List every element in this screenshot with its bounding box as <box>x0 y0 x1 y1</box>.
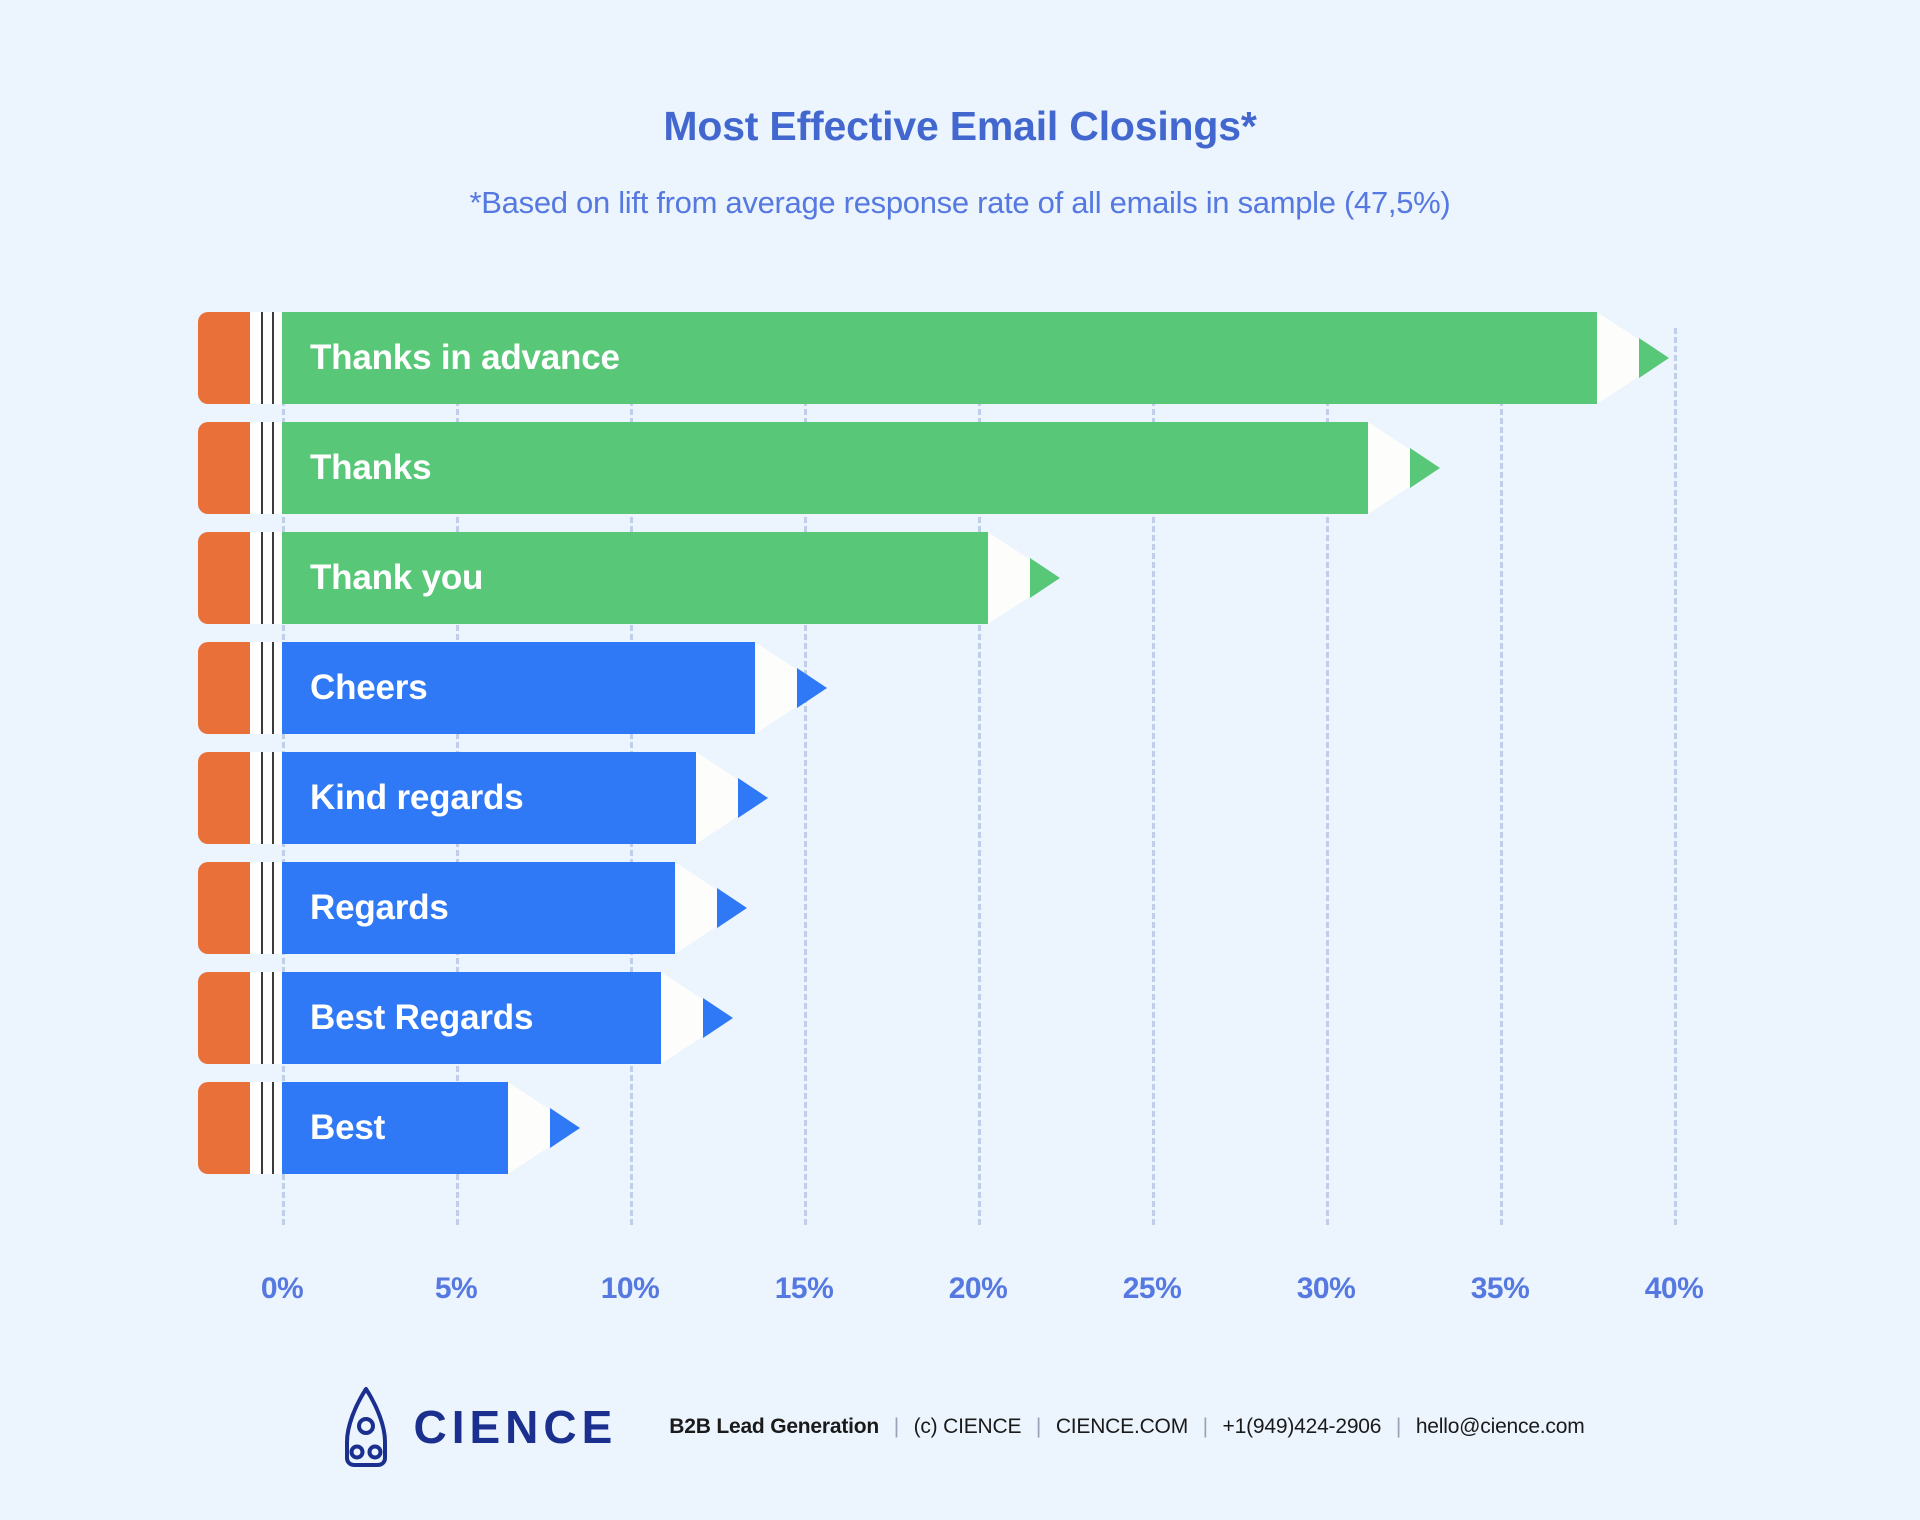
pencil-ferrule <box>250 972 282 1064</box>
pencil-ferrule <box>250 422 282 514</box>
bar-body: Thank you <box>282 532 988 624</box>
pencil-lead-tip <box>1410 448 1440 488</box>
pencil-eraser <box>198 972 250 1064</box>
pencil-eraser <box>198 862 250 954</box>
footer-separator-4: | <box>1395 1415 1402 1438</box>
pencil-eraser <box>198 752 250 844</box>
bar-body: Regards <box>282 862 675 954</box>
brand-logo: CIENCE <box>335 1386 617 1468</box>
brand-name: CIENCE <box>413 1401 618 1453</box>
bar-row[interactable]: Cheers <box>198 642 855 734</box>
bar-row[interactable]: Kind regards <box>198 752 796 844</box>
x-tick-label: 40% <box>1644 1272 1704 1305</box>
bar-label: Best <box>310 1108 386 1147</box>
pencil-eraser <box>198 422 250 514</box>
pencil-eraser <box>198 1082 250 1174</box>
pencil-lead-tip <box>738 778 768 818</box>
pencil-ferrule <box>250 532 282 624</box>
bar-row[interactable]: Thanks in advance <box>198 312 1697 404</box>
gridline-35pct <box>1500 328 1503 1225</box>
pencil-lead-tip <box>703 998 733 1038</box>
pencil-lead-tip <box>717 888 747 928</box>
footer: CIENCE B2B Lead Generation | (c) CIENCE … <box>0 1382 1920 1472</box>
bar-row[interactable]: Best Regards <box>198 972 761 1064</box>
x-tick-label: 30% <box>1296 1272 1356 1305</box>
bar-body: Best <box>282 1082 508 1174</box>
bar-label: Best Regards <box>310 998 534 1037</box>
gridline-40pct <box>1674 328 1677 1225</box>
footer-separator-1: | <box>893 1415 899 1438</box>
bar-body: Kind regards <box>282 752 696 844</box>
footer-tagline: B2B Lead Generation <box>669 1415 880 1438</box>
x-tick-label: 20% <box>948 1272 1008 1305</box>
x-tick-label: 35% <box>1470 1272 1530 1305</box>
pencil-ferrule <box>250 752 282 844</box>
pencil-lead-tip <box>1639 338 1669 378</box>
bar-body: Cheers <box>282 642 755 734</box>
x-tick-label: 25% <box>1122 1272 1182 1305</box>
footer-separator-2: | <box>1035 1415 1042 1438</box>
pencil-lead-tip <box>797 668 827 708</box>
footer-contact-line: B2B Lead Generation | (c) CIENCE | CIENC… <box>669 1415 1584 1439</box>
x-tick-label: 15% <box>774 1272 834 1305</box>
footer-phone[interactable]: +1(949)424-2906 <box>1223 1415 1382 1438</box>
bar-row[interactable]: Regards <box>198 862 775 954</box>
pencil-ferrule <box>250 642 282 734</box>
bar-body: Thanks in advance <box>282 312 1597 404</box>
bar-label: Kind regards <box>310 778 524 817</box>
pencil-lead-tip <box>1030 558 1060 598</box>
chart-plot-area: Thanks in advance Thanks Thank you Cheers Ki… <box>0 300 1920 1250</box>
bar-row[interactable]: Thanks <box>198 422 1468 514</box>
x-tick-label: 10% <box>600 1272 660 1305</box>
x-tick-label: 5% <box>434 1272 478 1305</box>
page-subtitle: *Based on lift from average response rat… <box>469 185 1451 220</box>
footer-website[interactable]: CIENCE.COM <box>1056 1415 1188 1438</box>
bar-label: Cheers <box>310 668 428 707</box>
pencil-eraser <box>198 312 250 404</box>
bar-row[interactable]: Thank you <box>198 532 1088 624</box>
footer-copyright: (c) CIENCE <box>913 1415 1022 1438</box>
bar-label: Thanks <box>310 448 432 487</box>
pencil-lead-tip <box>550 1108 580 1148</box>
footer-separator-3: | <box>1202 1415 1208 1438</box>
bar-body: Best Regards <box>282 972 661 1064</box>
pencil-ferrule <box>250 1082 282 1174</box>
infographic-page: Most Effective Email Closings* *Based on… <box>0 0 1920 1520</box>
pencil-eraser <box>198 642 250 734</box>
footer-email[interactable]: hello@cience.com <box>1416 1415 1585 1438</box>
x-tick-label: 0% <box>260 1272 304 1305</box>
bar-body: Thanks <box>282 422 1368 514</box>
bar-label: Thanks in advance <box>310 338 620 377</box>
bar-label: Thank you <box>310 558 484 597</box>
pencil-ferrule <box>250 312 282 404</box>
pencil-ferrule <box>250 862 282 954</box>
bar-label: Regards <box>310 888 449 927</box>
bar-row[interactable]: Best <box>198 1082 608 1174</box>
rocket-icon <box>345 1387 388 1467</box>
page-title: Most Effective Email Closings* <box>663 103 1257 149</box>
x-axis-tick-labels: 0% 5% 10% 15% 20% 25% 30% 35% 40% <box>0 1272 1920 1322</box>
pencil-eraser <box>198 532 250 624</box>
